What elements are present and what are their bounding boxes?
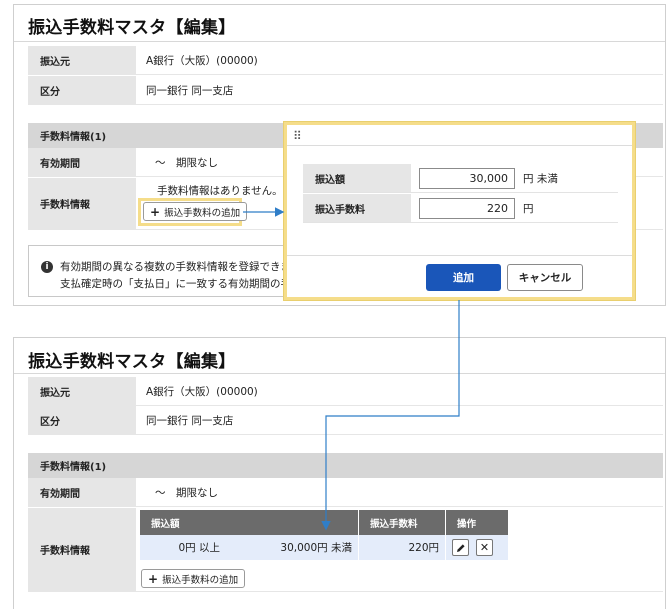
source-value-bottom: A銀行（大阪）(00000) (146, 385, 258, 398)
header-amount: 振込額 (140, 510, 358, 535)
title-divider (14, 41, 665, 42)
page-title-bottom: 振込手数料マスタ【編集】 (28, 352, 236, 372)
add-fee-button[interactable]: + 振込手数料の追加 (143, 202, 248, 221)
category-label: 区分 (28, 76, 136, 104)
fee-section-header-bottom: 手数料情報(1) (28, 453, 663, 478)
close-icon: ✕ (479, 541, 490, 554)
category-value: 同一銀行 同一支店 (146, 84, 234, 97)
info-line-2: 支払確定時の「支払日」に一致する有効期間の手 (60, 278, 291, 290)
edit-button[interactable] (452, 539, 469, 556)
fee-info-label: 手数料情報 (28, 178, 136, 229)
title-divider-bottom (14, 373, 665, 374)
add-fee-button-label: 振込手数料の追加 (164, 207, 241, 219)
category-row-bottom: 区分 同一銀行 同一支店 (28, 406, 663, 435)
source-value: A銀行（大阪）(00000) (146, 54, 258, 67)
page-title: 振込手数料マスタ【編集】 (28, 18, 236, 38)
amount-unit: 円 未満 (523, 172, 558, 185)
fee-unit: 円 (523, 202, 534, 215)
period-value: ～ 期限なし (155, 156, 218, 169)
no-fee-info-text: 手数料情報はありません。 (157, 185, 283, 197)
info-box: i 有効期間の異なる複数の手数料情報を登録できま 支払確定時の「支払日」に一致す… (28, 245, 296, 297)
period-row-bottom: 有効期間 ～ 期限なし (28, 478, 663, 507)
period-value-bottom: ～ 期限なし (155, 486, 218, 499)
dialog-amount-row: 振込額 30,000 円 未満 (303, 164, 618, 193)
cancel-button[interactable]: キャンセル (507, 264, 583, 291)
info-icon: i (41, 261, 53, 273)
delete-button[interactable]: ✕ (476, 539, 493, 556)
info-line-1: 有効期間の異なる複数の手数料情報を登録できま (60, 261, 291, 273)
source-label: 振込元 (28, 46, 136, 74)
drag-handle-icon[interactable]: ⠿ (293, 129, 302, 143)
info-text: 有効期間の異なる複数の手数料情報を登録できま 支払確定時の「支払日」に一致する有… (60, 259, 291, 293)
pencil-icon (456, 543, 465, 552)
category-row: 区分 同一銀行 同一支店 (28, 76, 663, 105)
fee-info-label-bottom: 手数料情報 (28, 508, 136, 591)
source-row-bottom: 振込元 A銀行（大阪）(00000) (28, 377, 663, 406)
dialog-fee-label: 振込手数料 (303, 194, 411, 222)
plus-icon: + (150, 204, 161, 219)
plus-icon: + (148, 571, 159, 586)
header-fee: 振込手数料 (359, 510, 445, 535)
source-label-bottom: 振込元 (28, 377, 136, 405)
category-value-bottom: 同一銀行 同一支店 (146, 414, 234, 427)
dialog-footer-divider (287, 255, 632, 256)
amount-input[interactable]: 30,000 (419, 168, 515, 189)
add-button[interactable]: 追加 (426, 264, 501, 291)
add-fee-dialog: ⠿ 振込額 30,000 円 未満 振込手数料 220 円 追加 キャンセル (284, 122, 635, 300)
add-fee-button-label-bottom: 振込手数料の追加 (162, 574, 239, 586)
period-label-bottom: 有効期間 (28, 478, 136, 506)
category-label-bottom: 区分 (28, 406, 136, 434)
fee-input[interactable]: 220 (419, 198, 515, 219)
source-row: 振込元 A銀行（大阪）(00000) (28, 46, 663, 75)
dialog-fee-row: 振込手数料 220 円 (303, 194, 618, 223)
header-actions: 操作 (446, 510, 508, 535)
add-fee-button-bottom[interactable]: + 振込手数料の追加 (141, 569, 246, 588)
amount-from-cell: 0円 以上 (178, 542, 220, 554)
table-row: 0円 以上 30,000円 未満 (140, 535, 358, 560)
period-label: 有効期間 (28, 148, 136, 176)
fee-cell: 220円 (359, 535, 445, 560)
dialog-header-divider (287, 145, 632, 146)
bottom-panel: 振込手数料マスタ【編集】 振込元 A銀行（大阪）(00000) 区分 同一銀行 … (13, 337, 666, 609)
dialog-amount-label: 振込額 (303, 164, 411, 192)
amount-to-cell: 30,000円 未満 (280, 542, 352, 554)
